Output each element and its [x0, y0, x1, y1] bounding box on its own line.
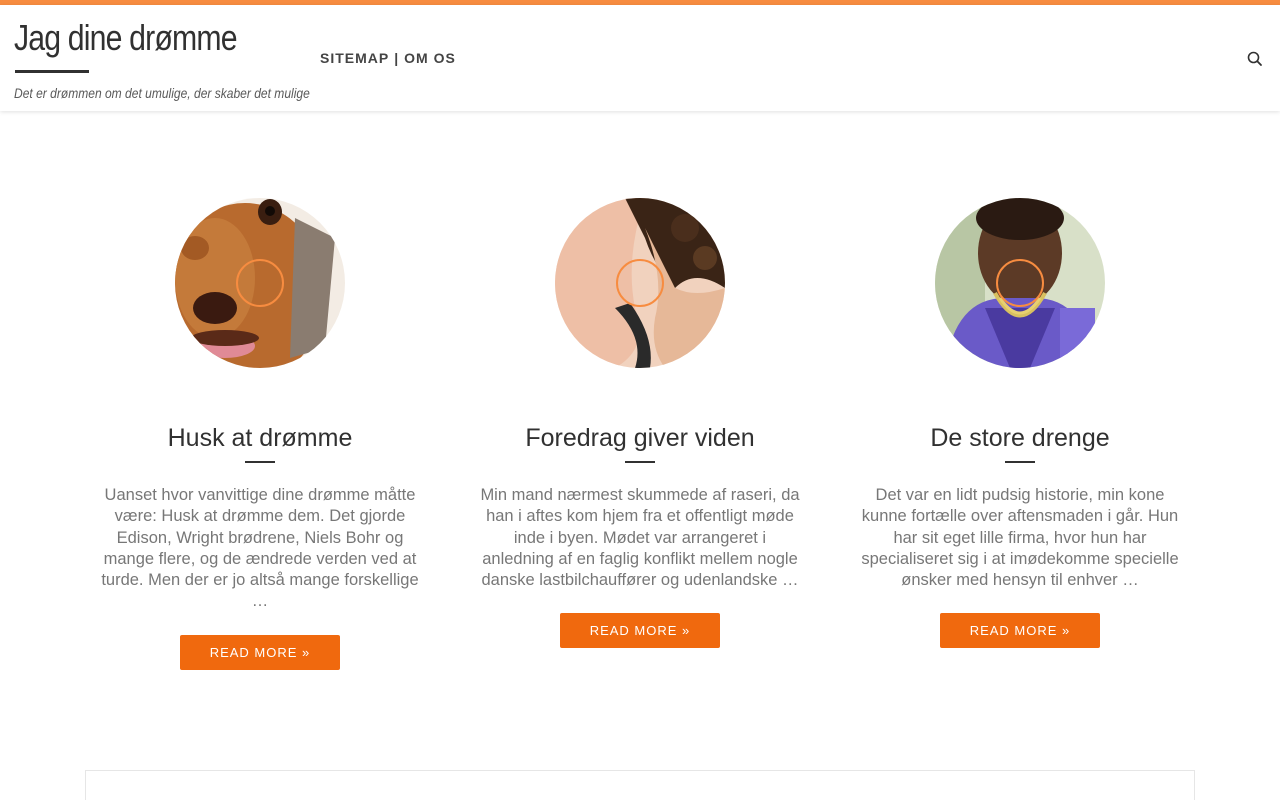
read-more-button[interactable]: READ MORE » [180, 634, 340, 670]
title-underline [15, 70, 89, 73]
thumbnail-hover-ring [616, 259, 664, 307]
thumbnail-hover-ring [996, 259, 1044, 307]
title-divider [245, 461, 275, 463]
post-card: Husk at drømme Uanset hvor vanvittige di… [95, 198, 425, 670]
site-header: Jag dine drømme Det er drømmen om det um… [0, 5, 1280, 111]
search-icon [1247, 51, 1262, 66]
post-thumbnail-dog[interactable] [175, 198, 345, 368]
post-excerpt: Uanset hvor vanvittige dine drømme måtte… [101, 486, 419, 611]
nav-item-sitemap[interactable]: SITEMAP [320, 50, 389, 66]
read-more-button[interactable]: READ MORE » [560, 613, 720, 649]
footer-content-box [85, 770, 1195, 800]
site-tagline: Det er drømmen om det umulige, der skabe… [14, 85, 310, 101]
nav-item-om-os[interactable]: OM OS [404, 50, 456, 66]
post-excerpt: Det var en lidt pudsig historie, min kon… [861, 486, 1179, 590]
post-excerpt: Min mand nærmest skummede af raseri, da … [480, 486, 800, 590]
main-nav: SITEMAP | OM OS [320, 50, 456, 66]
post-card: Foredrag giver viden Min mand nærmest sk… [475, 198, 805, 649]
read-more-button[interactable]: READ MORE » [940, 613, 1100, 649]
post-thumbnail-person[interactable] [555, 198, 725, 368]
post-card: De store drenge Det var en lidt pudsig h… [855, 198, 1185, 649]
post-thumbnail-man[interactable] [935, 198, 1105, 368]
post-title-link[interactable]: Foredrag giver viden [475, 424, 805, 453]
thumbnail-hover-ring [236, 259, 284, 307]
post-title-link[interactable]: Husk at drømme [95, 424, 425, 453]
search-button[interactable] [1246, 50, 1264, 68]
post-title-link[interactable]: De store drenge [855, 424, 1185, 453]
nav-separator: | [394, 50, 400, 66]
title-divider [1005, 461, 1035, 463]
site-title-link[interactable]: Jag dine drømme [14, 17, 238, 59]
title-divider [625, 461, 655, 463]
